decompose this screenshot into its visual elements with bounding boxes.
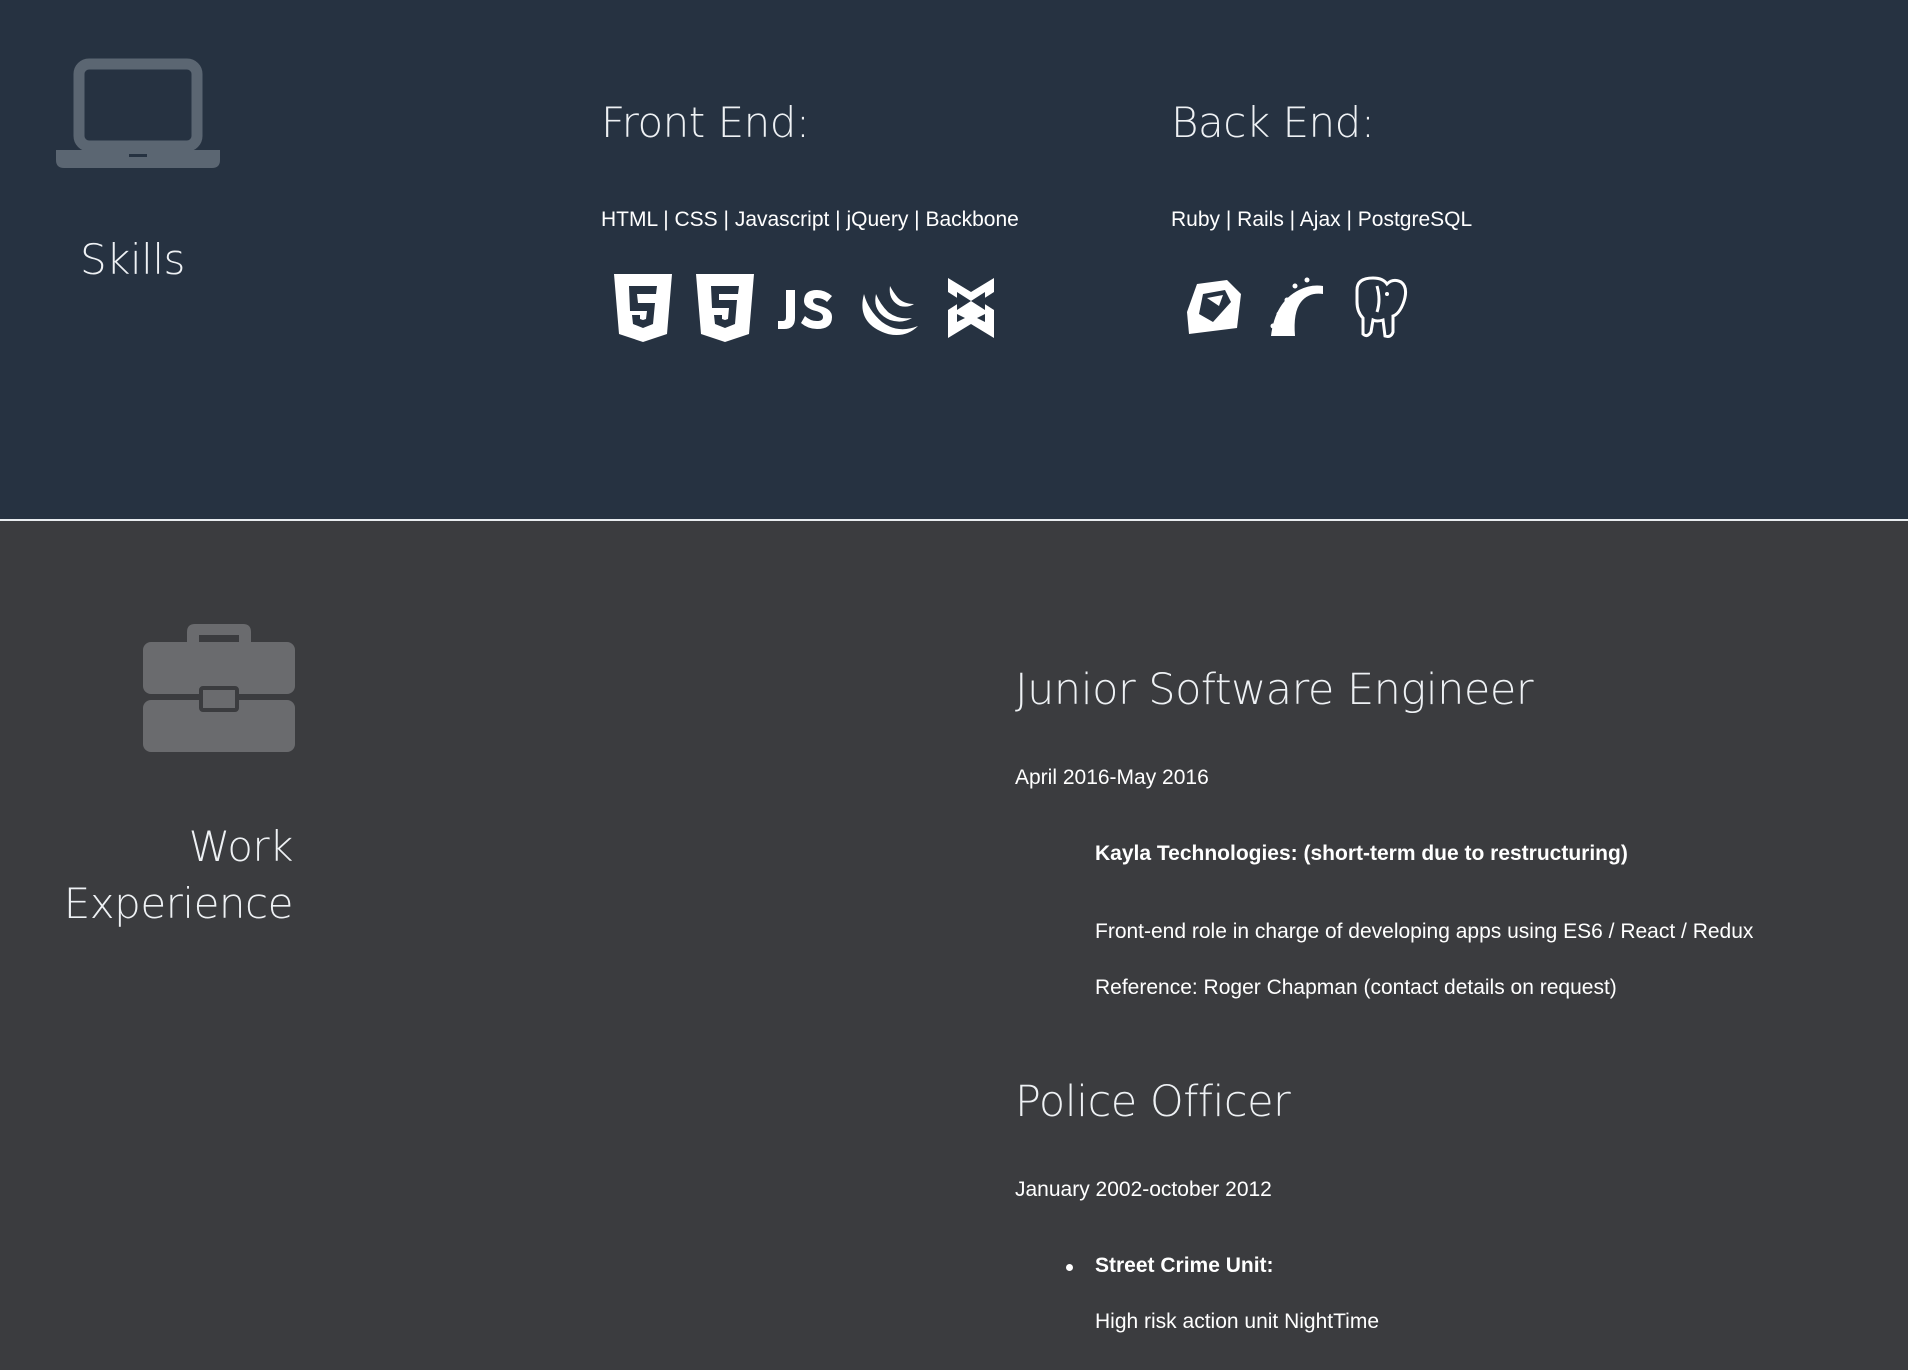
front-end-icons: [612, 272, 1022, 344]
resume-page: Skills Front End: HTML | CSS | Javascrip…: [0, 0, 1908, 1370]
rails-icon: [1265, 272, 1327, 344]
skills-heading: Skills: [80, 235, 185, 284]
job-dates: January 2002-october 2012: [1015, 1178, 1272, 1201]
back-end-icons: [1183, 272, 1429, 344]
job-unit-description: High risk action unit NightTime: [1095, 1310, 1379, 1333]
laptop-icon: [56, 58, 220, 168]
skills-section: Skills Front End: HTML | CSS | Javascrip…: [0, 0, 1908, 519]
job-description: Front-end role in charge of developing a…: [1095, 920, 1754, 943]
js-icon: [776, 272, 838, 344]
back-end-heading: Back End:: [1171, 98, 1375, 147]
job-unit: Street Crime Unit:: [1095, 1254, 1274, 1277]
job-title: Police Officer: [1015, 1077, 1291, 1127]
back-end-list: Ruby | Rails | Ajax | PostgreSQL: [1171, 208, 1473, 231]
work-experience-heading: Work Experience: [60, 818, 294, 932]
backbone-icon: [940, 272, 1002, 344]
work-heading-line1: Work: [188, 822, 294, 871]
postgresql-icon: [1347, 272, 1409, 344]
front-end-heading: Front End:: [601, 98, 810, 147]
job-title: Junior Software Engineer: [1015, 665, 1534, 715]
html5-icon: [612, 272, 674, 344]
ruby-icon: [1183, 272, 1245, 344]
jquery-icon: [858, 272, 920, 344]
job-dates: April 2016-May 2016: [1015, 766, 1209, 789]
job-reference: Reference: Roger Chapman (contact detail…: [1095, 976, 1617, 999]
work-heading-line2: Experience: [63, 879, 294, 928]
job-company: Kayla Technologies: (short-term due to r…: [1095, 842, 1628, 865]
css3-icon: [694, 272, 756, 344]
list-bullet: [1066, 1264, 1073, 1271]
briefcase-icon: [143, 624, 295, 752]
front-end-list: HTML | CSS | Javascript | jQuery | Backb…: [601, 208, 1019, 231]
